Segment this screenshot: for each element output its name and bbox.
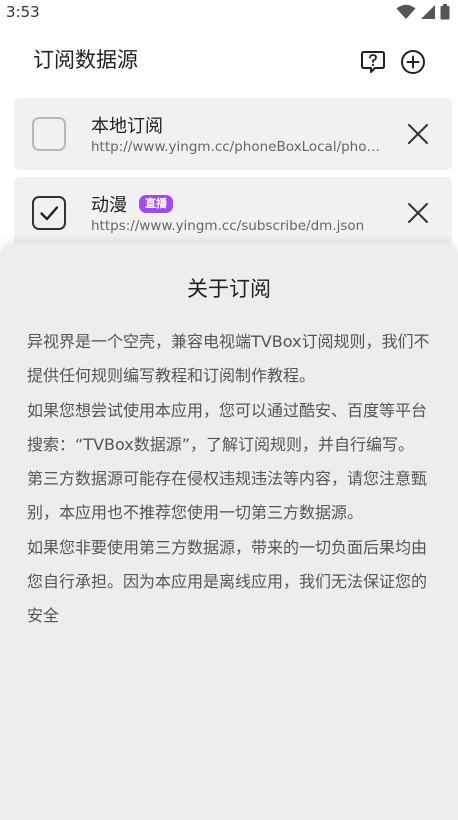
subscription-name-row: 动漫 直播 [91, 191, 173, 217]
sheet-body: 异视界是一个空壳，兼容电视端TVBox订阅规则，我们不提供任何规则编写教程和订阅… [27, 325, 437, 634]
subscription-item[interactable]: 本地订阅 http://www.yingm.cc/phoneBoxLocal/p… [14, 98, 452, 170]
close-icon [408, 203, 428, 223]
wifi-icon [396, 4, 416, 19]
sheet-paragraph: 如果您想尝试使用本应用，您可以通过酷安、百度等平台搜索：“TVBox数据源”，了… [27, 400, 428, 454]
subscription-checkbox[interactable] [32, 117, 66, 151]
subscription-url: https://www.yingm.cc/subscribe/dm.json [91, 218, 365, 234]
sheet-title: 关于订阅 [187, 277, 271, 301]
plus-circle-icon [401, 50, 425, 74]
delete-subscription-button[interactable] [406, 122, 430, 146]
status-time: 3:53 [6, 3, 40, 21]
about-subscription-sheet: 关于订阅 异视界是一个空壳，兼容电视端TVBox订阅规则，我们不提供任何规则编写… [0, 243, 458, 820]
subscription-item[interactable]: 动漫 直播 https://www.yingm.cc/subscribe/dm.… [14, 177, 452, 249]
live-badge: 直播 [139, 195, 173, 213]
subscription-url: http://www.yingm.cc/phoneBoxLocal/phoneB… [91, 139, 383, 155]
subscription-name-row: 本地订阅 [91, 112, 163, 138]
question-bubble-icon [361, 51, 385, 73]
delete-subscription-button[interactable] [406, 201, 430, 225]
app-header: 订阅数据源 [0, 38, 458, 82]
sheet-paragraph: 如果您非要使用第三方数据源，带来的一切负面后果均由您自行承担。因为本应用是离线应… [27, 537, 428, 626]
close-icon [408, 124, 428, 144]
battery-icon [440, 4, 450, 20]
page-title: 订阅数据源 [33, 48, 138, 72]
add-subscription-button[interactable] [399, 48, 427, 76]
sheet-paragraph: 异视界是一个空壳，兼容电视端TVBox订阅规则，我们不提供任何规则编写教程和订阅… [27, 332, 430, 386]
subscription-name: 本地订阅 [91, 116, 163, 137]
status-bar: 3:53 [0, 0, 458, 24]
status-icons [396, 4, 450, 20]
subscription-name: 动漫 [91, 195, 127, 216]
sheet-paragraph: 第三方数据源可能存在侵权违规违法等内容，请您注意甄别，本应用也不推荐您使用一切第… [27, 469, 428, 523]
signal-icon [421, 5, 435, 19]
help-button[interactable] [359, 48, 387, 76]
checkmark-icon [40, 206, 59, 221]
subscription-checkbox[interactable] [32, 196, 66, 230]
